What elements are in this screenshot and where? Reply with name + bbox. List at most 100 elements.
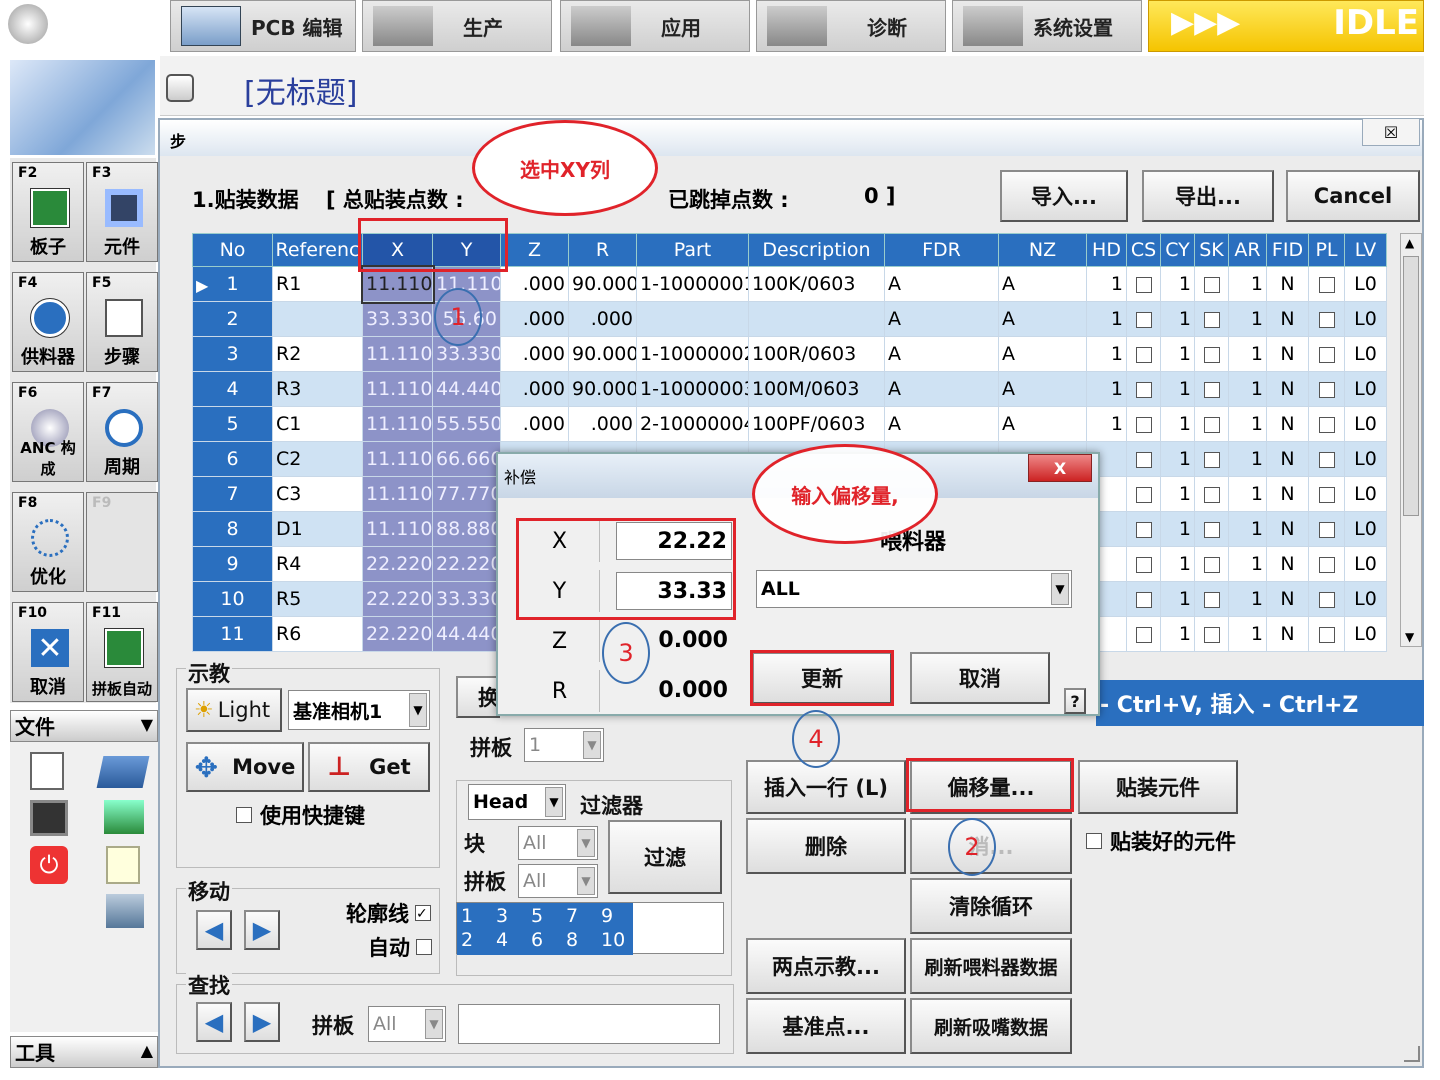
block-select[interactable]: All ▼ [518, 826, 598, 860]
cell-sk[interactable] [1194, 546, 1229, 582]
place-component-button[interactable]: 贴装元件 [1078, 760, 1238, 814]
cell-lv[interactable]: L0 [1344, 266, 1387, 302]
cell-no[interactable]: 10 [192, 581, 273, 617]
cell-no[interactable]: 2 [192, 301, 273, 337]
column-header-fdr[interactable]: FDR [884, 233, 999, 267]
tab-application[interactable]: 应用 [560, 0, 750, 52]
find-prev-button[interactable]: ◀ [196, 1002, 232, 1042]
cell-fdr[interactable]: A [884, 266, 999, 302]
cell-nz[interactable]: A [998, 336, 1087, 372]
cell-cy[interactable]: 1 [1160, 406, 1195, 442]
cell-z[interactable]: .000 [500, 371, 569, 407]
cell-no[interactable]: 3 [192, 336, 273, 372]
chevron-down-icon[interactable]: ▼ [577, 829, 595, 857]
cell-checkbox[interactable] [1318, 416, 1335, 433]
cell-r[interactable]: 90.000 [568, 336, 637, 372]
dialog-cancel-button[interactable]: 取消 [910, 652, 1050, 704]
delete-button[interactable]: 删除 [746, 818, 906, 874]
fkey-anc[interactable]: F6 ANC 构成 [12, 382, 84, 482]
two-point-teach-button[interactable]: 两点示教... [746, 938, 906, 994]
cell-no[interactable]: 6 [192, 441, 273, 477]
mid-panel-select[interactable]: 1 ▼ [524, 728, 604, 762]
cell-fid[interactable]: N [1266, 336, 1309, 372]
cell-checkbox[interactable] [1135, 591, 1152, 608]
panel-number-item[interactable]: 5 [529, 905, 564, 927]
cell-ref[interactable]: C2 [272, 441, 363, 477]
shortcut-checkbox[interactable] [236, 807, 252, 823]
table-row[interactable]: 4 R3 11.110 44.440.000 90.000 1-10000003 100M/… [192, 371, 1387, 407]
title-checkbox[interactable] [166, 74, 194, 102]
cell-fid[interactable]: N [1266, 546, 1309, 582]
cell-x[interactable]: 22.220 [362, 581, 433, 617]
cell-cs[interactable] [1126, 266, 1161, 302]
panel-number-item[interactable]: 4 [494, 929, 529, 951]
cell-part[interactable]: 1-10000002 [636, 336, 749, 372]
cell-checkbox[interactable] [1135, 381, 1152, 398]
cell-sk[interactable] [1194, 441, 1229, 477]
cell-desc[interactable]: 100M/0603 [748, 371, 885, 407]
cell-checkbox[interactable] [1135, 556, 1152, 573]
scroll-thumb[interactable] [1403, 256, 1419, 516]
swap-button[interactable]: 换 [456, 676, 500, 718]
cancel-button[interactable]: Cancel [1286, 170, 1420, 222]
column-header-y[interactable]: Y [432, 233, 501, 267]
cell-cs[interactable] [1126, 371, 1161, 407]
cell-pl[interactable] [1308, 336, 1345, 372]
cell-fdr[interactable]: A [884, 406, 999, 442]
cell-fid[interactable]: N [1266, 581, 1309, 617]
panel-number-list[interactable]: 13579 2 4 6 8 10 [456, 902, 724, 955]
cell-cy[interactable]: 1 [1160, 511, 1195, 547]
fkey-cycle[interactable]: F7 周期 [86, 382, 158, 482]
cell-ref[interactable] [272, 301, 363, 337]
column-header-fid[interactable]: FID [1266, 233, 1309, 267]
cell-hd[interactable]: 1 [1086, 406, 1127, 442]
cell-x[interactable]: 11.110 [362, 336, 433, 372]
cell-pl[interactable] [1308, 266, 1345, 302]
document-tool-icon[interactable] [106, 846, 140, 884]
scroll-up-icon[interactable]: ▲ [1405, 236, 1414, 250]
table-row[interactable]: 2 33.330 55.60.000.000 A A 1 1 1 N L0 [192, 301, 1387, 337]
cell-no[interactable]: 4 [192, 371, 273, 407]
column-header-no[interactable]: No [192, 233, 273, 267]
find-panel-select[interactable]: All ▼ [368, 1006, 446, 1042]
cell-fid[interactable]: N [1266, 476, 1309, 512]
cell-no[interactable]: 9 [192, 546, 273, 582]
cell-checkbox[interactable] [1203, 521, 1220, 538]
cell-pl[interactable] [1308, 441, 1345, 477]
cell-checkbox[interactable] [1135, 451, 1152, 468]
cell-nz[interactable]: A [998, 406, 1087, 442]
fkey-panel-auto[interactable]: F11 拼板自动 [86, 602, 158, 702]
cell-y[interactable]: 55.550 [432, 406, 501, 442]
cell-z[interactable]: .000 [500, 266, 569, 302]
panel-number-item[interactable]: 6 [529, 929, 564, 951]
cell-cs[interactable] [1126, 336, 1161, 372]
find-input[interactable] [458, 1004, 720, 1044]
cell-ref[interactable]: R3 [272, 371, 363, 407]
cell-x[interactable]: 33.330 [362, 301, 433, 337]
cell-fdr[interactable]: A [884, 301, 999, 337]
cell-cs[interactable] [1126, 476, 1161, 512]
filter-button[interactable]: 过滤 [608, 820, 722, 894]
offset-input-x[interactable]: 22.22 [616, 522, 732, 560]
cell-fdr[interactable]: A [884, 336, 999, 372]
cell-y[interactable]: 88.880 [432, 511, 501, 547]
cell-r[interactable]: 90.000 [568, 371, 637, 407]
fkey-component[interactable]: F3 元件 [86, 162, 158, 262]
cell-cs[interactable] [1126, 616, 1161, 652]
cell-cy[interactable]: 1 [1160, 336, 1195, 372]
move-button[interactable]: ✥ Move [186, 742, 304, 792]
cell-z[interactable]: .000 [500, 336, 569, 372]
import-button[interactable]: 导入... [1000, 170, 1128, 222]
cell-ar[interactable]: 1 [1228, 511, 1267, 547]
tab-pcb-edit[interactable]: PCB 编辑 [170, 0, 356, 52]
head-select[interactable]: Head ▼ [468, 784, 566, 820]
chevron-down-icon[interactable]: ▼ [583, 731, 601, 759]
cell-x[interactable]: 22.220 [362, 616, 433, 652]
cell-checkbox[interactable] [1135, 276, 1152, 293]
panel-number-item[interactable]: 8 [564, 929, 599, 951]
cell-fid[interactable]: N [1266, 441, 1309, 477]
column-header-referenc[interactable]: Referenc [272, 233, 363, 267]
cell-ar[interactable]: 1 [1228, 301, 1267, 337]
cell-checkbox[interactable] [1203, 591, 1220, 608]
auto-checkbox-row[interactable]: 自动 [368, 932, 432, 962]
